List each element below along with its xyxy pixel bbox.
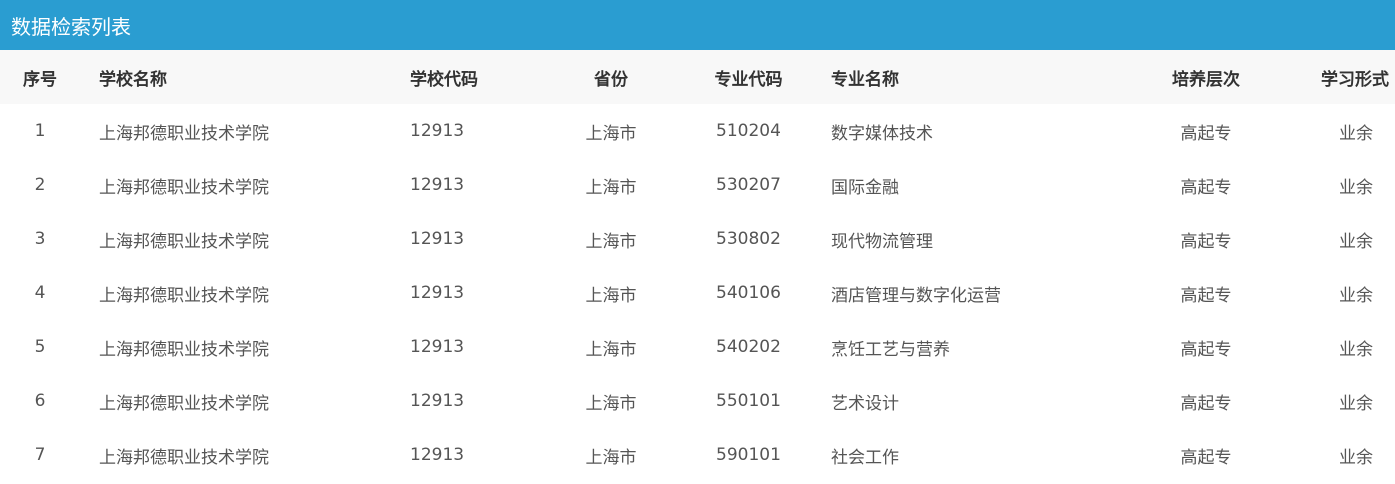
cell-province: 上海市: [585, 339, 637, 360]
cell-school-name: 上海邦德职业技术学院: [99, 177, 269, 198]
cell-province: 上海市: [585, 231, 637, 252]
cell-major-name: 数字媒体技术: [831, 123, 933, 144]
cell-level: 高起专: [1180, 123, 1232, 144]
cell-school-code: 12913: [410, 283, 465, 303]
cell-major-code: 530802: [716, 229, 781, 249]
cell-major-code: 540106: [716, 283, 781, 303]
cell-province: 上海市: [585, 285, 637, 306]
cell-level: 高起专: [1180, 177, 1232, 198]
cell-major-name: 艺术设计: [831, 393, 899, 414]
cell-school-code: 12913: [410, 337, 465, 357]
cell-level: 高起专: [1180, 339, 1232, 360]
table-row: 1 上海邦德职业技术学院 12913 上海市 510204 数字媒体技术 高起专…: [0, 104, 1395, 158]
results-table: 序号 学校名称 学校代码 省份 专业代码 专业名称 培养层次 学习形式 1 上海…: [0, 50, 1395, 482]
cell-study-form: 业余: [1339, 177, 1373, 198]
table-row: 3 上海邦德职业技术学院 12913 上海市 530802 现代物流管理 高起专…: [0, 212, 1395, 266]
cell-level: 高起专: [1180, 285, 1232, 306]
cell-major-code: 540202: [716, 337, 781, 357]
cell-index: 2: [34, 175, 46, 195]
cell-major-name: 现代物流管理: [831, 231, 933, 252]
column-header-major-code[interactable]: 专业代码: [666, 50, 831, 104]
cell-level: 高起专: [1180, 447, 1232, 468]
cell-province: 上海市: [585, 447, 637, 468]
cell-school-code: 12913: [410, 391, 465, 411]
cell-school-code: 12913: [410, 175, 465, 195]
cell-school-name: 上海邦德职业技术学院: [99, 393, 269, 414]
cell-school-name: 上海邦德职业技术学院: [99, 339, 269, 360]
cell-index: 7: [34, 445, 46, 465]
table-header-row: 序号 学校名称 学校代码 省份 专业代码 专业名称 培养层次 学习形式: [0, 50, 1395, 104]
cell-school-name: 上海邦德职业技术学院: [99, 447, 269, 468]
table-row: 2 上海邦德职业技术学院 12913 上海市 530207 国际金融 高起专 业…: [0, 158, 1395, 212]
cell-study-form: 业余: [1339, 393, 1373, 414]
cell-province: 上海市: [585, 393, 637, 414]
table-row: 7 上海邦德职业技术学院 12913 上海市 590101 社会工作 高起专 业…: [0, 428, 1395, 482]
panel-title: 数据检索列表: [0, 0, 1395, 50]
table-row: 4 上海邦德职业技术学院 12913 上海市 540106 酒店管理与数字化运营…: [0, 266, 1395, 320]
column-header-index[interactable]: 序号: [0, 50, 80, 104]
column-header-level[interactable]: 培养层次: [1131, 50, 1281, 104]
cell-school-name: 上海邦德职业技术学院: [99, 285, 269, 306]
cell-index: 5: [34, 337, 46, 357]
cell-study-form: 业余: [1339, 447, 1373, 468]
table-row: 5 上海邦德职业技术学院 12913 上海市 540202 烹饪工艺与营养 高起…: [0, 320, 1395, 374]
cell-index: 3: [34, 229, 46, 249]
table-row: 6 上海邦德职业技术学院 12913 上海市 550101 艺术设计 高起专 业…: [0, 374, 1395, 428]
cell-index: 6: [34, 391, 46, 411]
cell-major-code: 590101: [716, 445, 781, 465]
cell-study-form: 业余: [1339, 285, 1373, 306]
cell-level: 高起专: [1180, 393, 1232, 414]
column-header-school-name[interactable]: 学校名称: [80, 50, 410, 104]
column-header-study-form[interactable]: 学习形式: [1281, 50, 1395, 104]
column-header-province[interactable]: 省份: [556, 50, 666, 104]
cell-major-name: 烹饪工艺与营养: [831, 339, 950, 360]
cell-study-form: 业余: [1339, 231, 1373, 252]
column-header-school-code[interactable]: 学校代码: [410, 50, 556, 104]
cell-major-code: 550101: [716, 391, 781, 411]
cell-major-code: 530207: [716, 175, 781, 195]
cell-study-form: 业余: [1339, 123, 1373, 144]
cell-study-form: 业余: [1339, 339, 1373, 360]
cell-province: 上海市: [585, 123, 637, 144]
cell-index: 1: [34, 121, 46, 141]
cell-major-name: 酒店管理与数字化运营: [831, 285, 1001, 306]
cell-major-name: 社会工作: [831, 447, 899, 468]
cell-school-code: 12913: [410, 121, 465, 141]
cell-province: 上海市: [585, 177, 637, 198]
cell-school-code: 12913: [410, 229, 465, 249]
cell-index: 4: [34, 283, 46, 303]
cell-school-name: 上海邦德职业技术学院: [99, 123, 269, 144]
cell-major-name: 国际金融: [831, 177, 899, 198]
data-search-panel: 数据检索列表 序号 学校名称 学校代码 省份 专业代码 专业名称 培养层次 学习…: [0, 0, 1395, 484]
cell-school-name: 上海邦德职业技术学院: [99, 231, 269, 252]
cell-major-code: 510204: [716, 121, 781, 141]
cell-school-code: 12913: [410, 445, 465, 465]
column-header-major-name[interactable]: 专业名称: [831, 50, 1131, 104]
cell-level: 高起专: [1180, 231, 1232, 252]
